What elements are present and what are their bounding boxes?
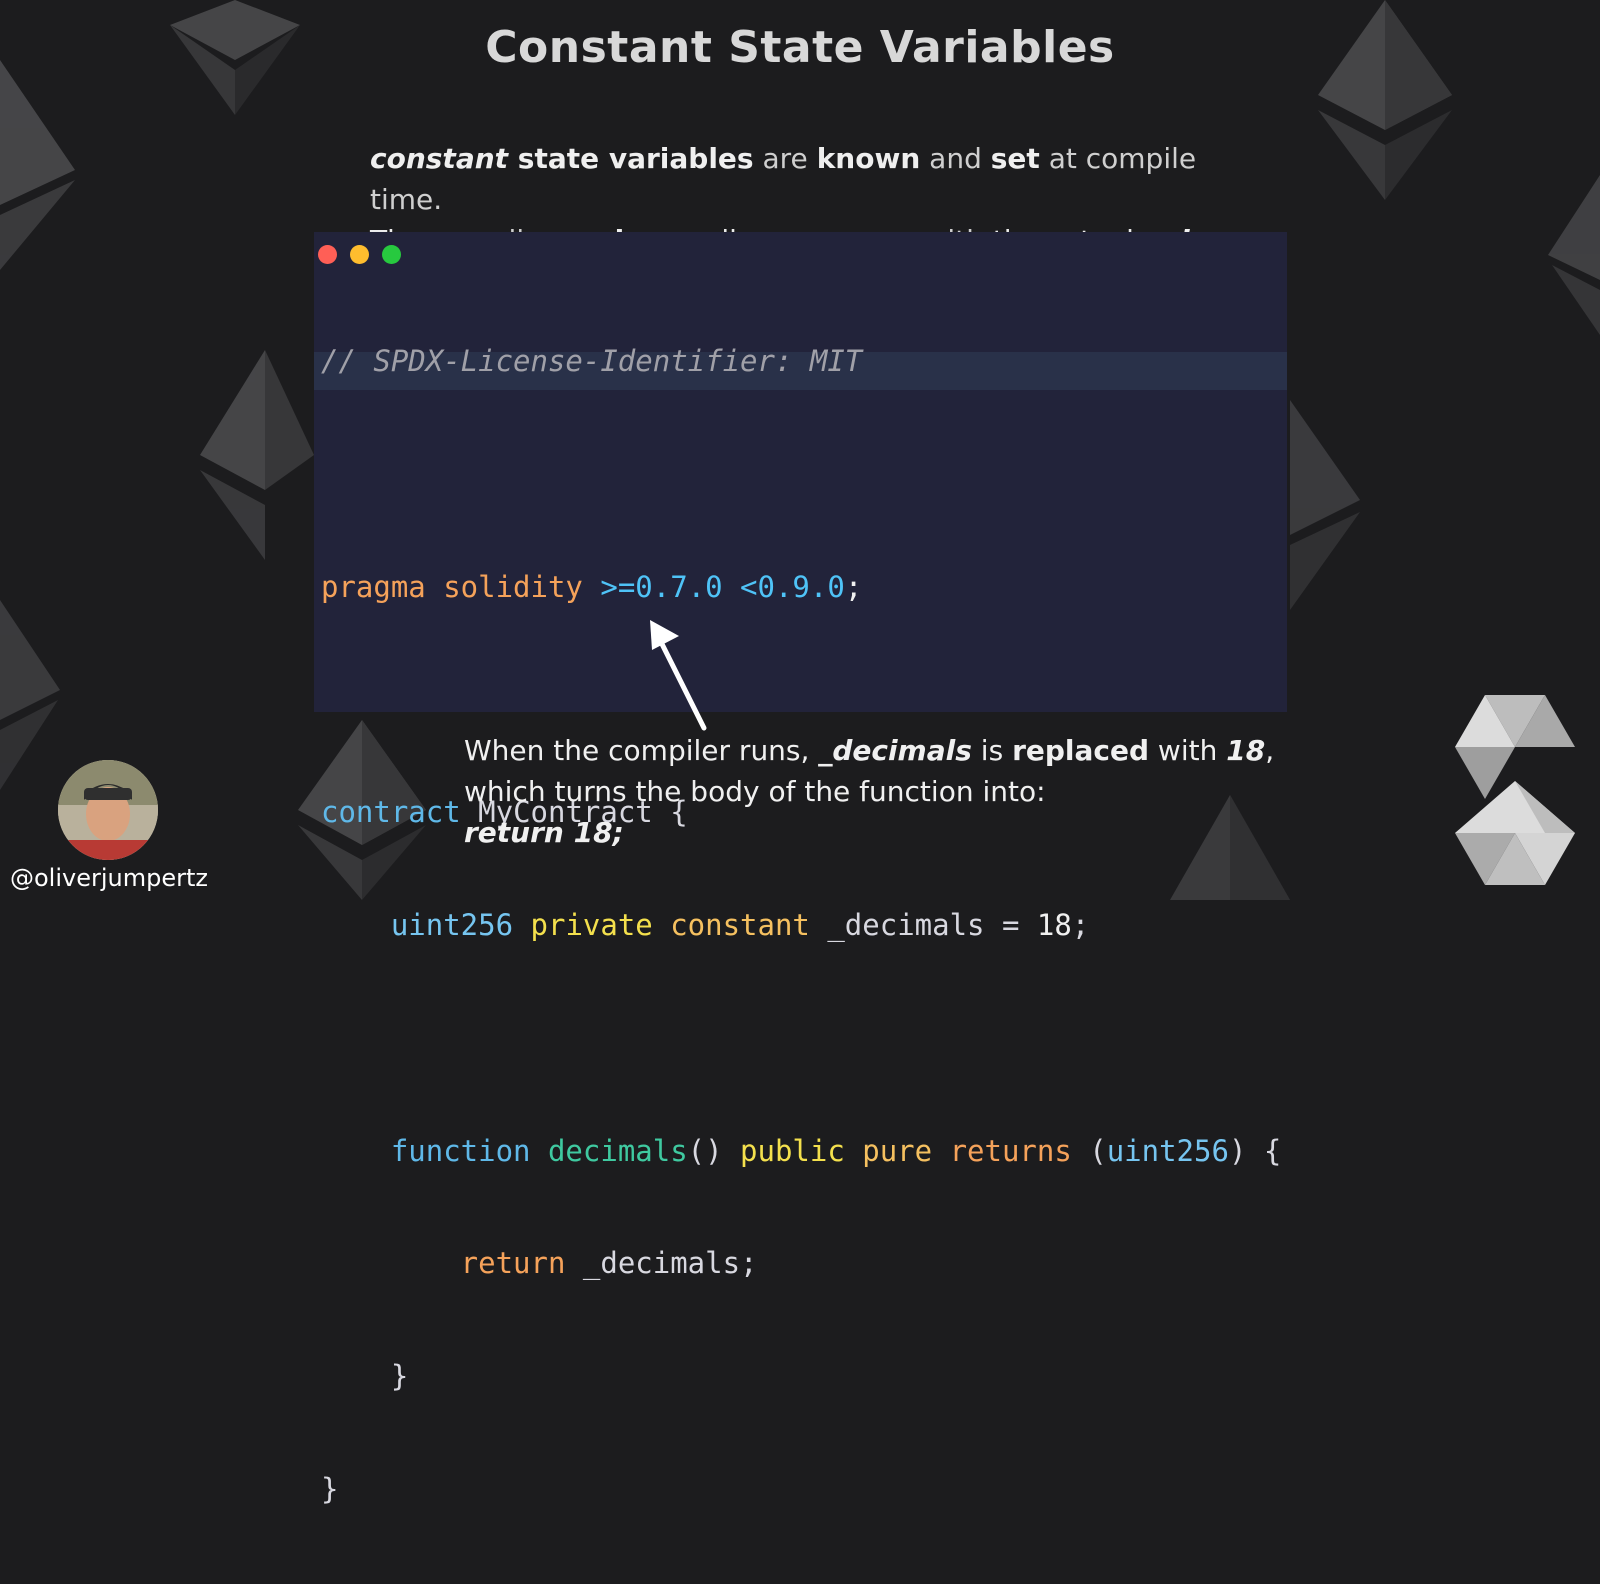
author-handle: @oliverjumpertz	[10, 864, 208, 892]
note-line-3: return 18;	[464, 816, 624, 849]
ethereum-logo-icon	[0, 60, 75, 270]
intro-line-1: constant state variables are known and s…	[370, 142, 1197, 216]
note-line-1: When the compiler runs, _decimals is rep…	[464, 734, 1275, 767]
code-line-comment: // SPDX-License-Identifier: MIT	[321, 344, 863, 379]
window-controls	[318, 245, 414, 268]
solidity-logo-icon	[1455, 695, 1575, 885]
code-line-pragma: pragma solidity >=0.7.0 <0.9.0;	[321, 569, 863, 604]
code-line-close-function: }	[321, 1359, 409, 1394]
code-line-variable: uint256 private constant _decimals = 18;	[321, 908, 1090, 943]
code-line-function: function decimals() public pure returns …	[321, 1133, 1282, 1168]
code-block: // SPDX-License-Identifier: MIT pragma s…	[321, 268, 1281, 1584]
page-title: Constant State Variables	[485, 22, 1115, 73]
code-line-close-contract: }	[321, 1472, 339, 1506]
avatar-portrait	[58, 760, 158, 860]
note-line-2: which turns the body of the function int…	[464, 775, 1046, 808]
minimize-dot-icon	[350, 245, 369, 264]
avatar	[58, 760, 158, 860]
code-line-return: return _decimals;	[321, 1246, 758, 1281]
ethereum-logo-icon	[0, 600, 60, 790]
ethereum-logo-icon	[1548, 175, 1600, 335]
ethereum-logo-icon	[1290, 400, 1360, 610]
close-dot-icon	[318, 245, 337, 264]
explanation-note: When the compiler runs, _decimals is rep…	[464, 730, 1284, 853]
ethereum-logo-icon	[200, 350, 314, 560]
code-window: // SPDX-License-Identifier: MIT pragma s…	[314, 232, 1287, 1506]
maximize-dot-icon	[382, 245, 401, 264]
